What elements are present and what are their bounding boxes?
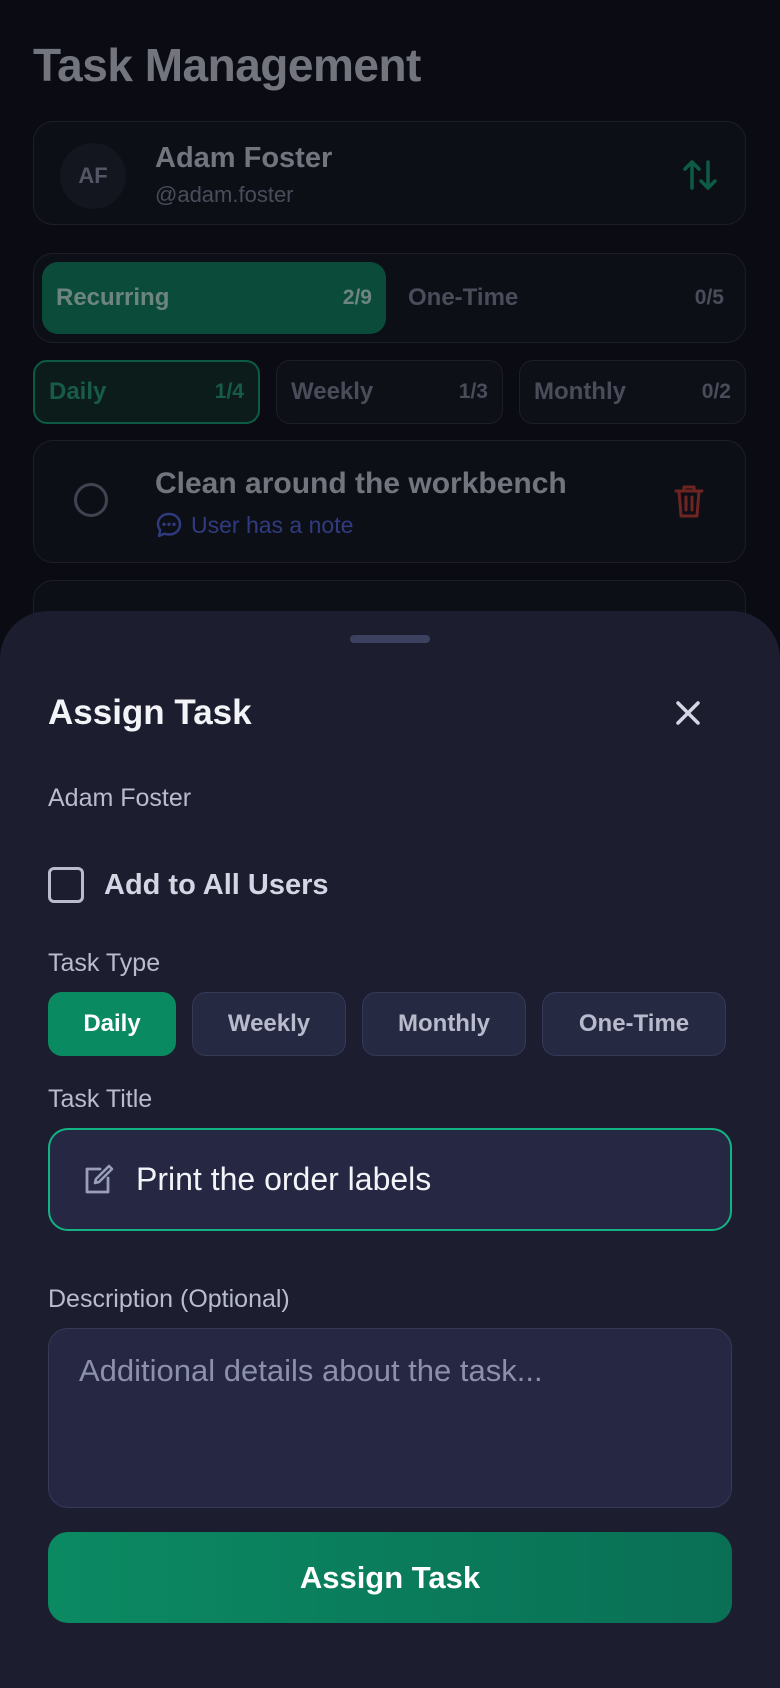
task-complete-radio[interactable]	[74, 483, 108, 517]
segment-one-time[interactable]: One-Time 0/5	[394, 262, 738, 334]
filter-daily[interactable]: Daily 1/4	[33, 360, 260, 424]
task-note[interactable]: User has a note	[155, 511, 353, 539]
task-note-text: User has a note	[191, 511, 354, 538]
task-title: Clean around the workbench	[155, 467, 567, 500]
segment-count: 0/5	[694, 286, 724, 309]
sheet-title: Assign Task	[48, 693, 252, 732]
sheet-drag-handle[interactable]	[350, 635, 430, 643]
add-all-users-row[interactable]: Add to All Users	[48, 867, 329, 903]
filter-count: 1/4	[214, 380, 244, 403]
filter-label: Daily	[49, 378, 107, 405]
description-label: Description (Optional)	[48, 1285, 290, 1313]
description-input[interactable]: Additional details about the task...	[48, 1328, 732, 1508]
type-one-time-button[interactable]: One-Time	[542, 992, 726, 1056]
assignee-name: Adam Foster	[48, 784, 192, 812]
user-name: Adam Foster	[155, 142, 333, 174]
task-kind-segment: Recurring 2/9 One-Time 0/5	[33, 253, 746, 343]
assign-task-button[interactable]: Assign Task	[48, 1532, 732, 1623]
task-card[interactable]: Clean around the workbench User has a no…	[33, 440, 746, 563]
task-title-value: Print the order labels	[136, 1161, 432, 1197]
filter-monthly[interactable]: Monthly 0/2	[519, 360, 746, 424]
chat-bubble-icon	[156, 512, 182, 538]
user-handle: @adam.foster	[155, 182, 294, 207]
sort-icon[interactable]	[681, 156, 719, 194]
filter-weekly[interactable]: Weekly 1/3	[276, 360, 503, 424]
edit-icon	[85, 1164, 114, 1193]
filter-label: Weekly	[291, 378, 374, 405]
assign-task-sheet: Assign Task Adam Foster Add to All Users…	[0, 611, 780, 1688]
task-type-label: Task Type	[48, 949, 161, 977]
page-title: Task Management	[33, 39, 421, 91]
close-button[interactable]	[668, 693, 708, 733]
avatar: AF	[60, 143, 126, 209]
segment-label: Recurring	[56, 284, 170, 311]
filter-label: Monthly	[534, 378, 626, 405]
type-daily-button[interactable]: Daily	[48, 992, 176, 1056]
type-monthly-button[interactable]: Monthly	[362, 992, 526, 1056]
segment-count: 2/9	[342, 286, 372, 309]
close-icon	[676, 701, 700, 725]
type-weekly-button[interactable]: Weekly	[192, 992, 346, 1056]
frequency-filters: Daily 1/4 Weekly 1/3 Monthly 0/2	[33, 360, 746, 424]
filter-count: 0/2	[701, 380, 731, 403]
filter-count: 1/3	[458, 380, 488, 403]
add-all-users-checkbox[interactable]	[48, 867, 84, 903]
trash-icon[interactable]	[673, 483, 705, 519]
segment-label: One-Time	[408, 284, 519, 311]
task-type-selector: Daily Weekly Monthly One-Time	[48, 992, 728, 1056]
task-title-input[interactable]: Print the order labels	[48, 1128, 732, 1231]
user-card[interactable]: AF Adam Foster @adam.foster	[33, 121, 746, 225]
segment-recurring[interactable]: Recurring 2/9	[42, 262, 386, 334]
task-title-label: Task Title	[48, 1085, 153, 1113]
add-all-users-label: Add to All Users	[104, 868, 329, 901]
